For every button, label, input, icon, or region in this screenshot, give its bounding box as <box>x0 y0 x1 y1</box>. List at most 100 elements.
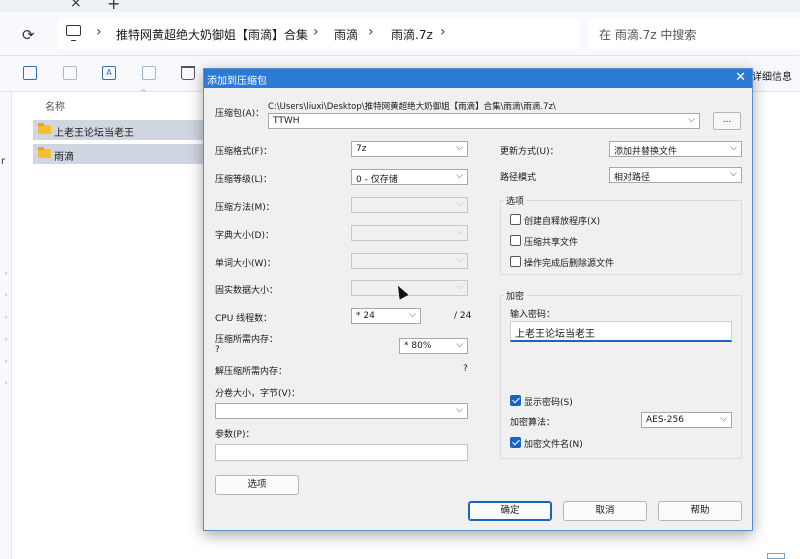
refresh-icon[interactable]: ⟳ <box>22 26 35 44</box>
chevron-right-icon: › <box>96 24 102 40</box>
archive-name-combo[interactable]: TTWH ⌵ <box>268 113 700 129</box>
chevron-right-icon[interactable]: › <box>5 358 7 365</box>
path-mode-label: 路径模式 <box>500 173 537 183</box>
tab-close-icon[interactable]: × <box>70 0 82 11</box>
address-box[interactable]: › 推特网黄超绝大奶御姐【雨滴】合集 › 雨滴 › 雨滴.7z › <box>58 18 580 50</box>
solid-select[interactable]: ⌵ <box>351 280 468 296</box>
column-header-name[interactable]: 名称 <box>45 98 65 113</box>
archive-name-value: TTWH <box>273 116 300 126</box>
chevron-down-icon: ⌵ <box>730 143 737 153</box>
search-input[interactable]: 在 雨滴.7z 中搜索 <box>588 18 800 50</box>
chevron-down-icon: ⌵ <box>720 414 727 424</box>
delete-after-label: 操作完成后删除源文件 <box>524 259 615 269</box>
enc-method-value: AES-256 <box>646 415 684 425</box>
chevron-right-icon[interactable]: › <box>5 270 7 277</box>
word-select[interactable]: ⌵ <box>351 253 468 269</box>
encryption-group-title: 加密 <box>504 289 527 302</box>
sort-chevron-icon: ^ <box>140 88 147 97</box>
archive-label: 压缩包(A)： <box>215 109 265 119</box>
encrypt-names-checkbox[interactable] <box>510 437 521 448</box>
breadcrumb-item[interactable]: 推特网黄超绝大奶御姐【雨滴】合集 <box>116 26 308 43</box>
chevron-right-icon[interactable]: › <box>5 292 7 299</box>
paste-icon[interactable] <box>63 66 77 80</box>
rename-icon[interactable]: A <box>102 66 116 80</box>
level-value: 0 - 仅存储 <box>356 175 398 185</box>
folder-icon <box>38 147 51 158</box>
dict-select[interactable]: ⌵ <box>351 225 468 241</box>
split-combo[interactable]: ⌵ <box>215 403 468 419</box>
navigation-pane: r › › › › › › <box>0 92 12 559</box>
chevron-right-icon[interactable]: › <box>5 336 7 343</box>
enc-method-select[interactable]: AES-256 ⌵ <box>641 412 732 428</box>
level-select[interactable]: 0 - 仅存储 ⌵ <box>351 169 468 185</box>
cpu-value: * 24 <box>356 311 375 321</box>
encrypt-names-label: 加密文件名(N) <box>524 440 583 450</box>
cancel-button[interactable]: 取消 <box>563 501 647 521</box>
close-icon[interactable]: ✕ <box>735 70 746 85</box>
computer-icon <box>66 25 81 41</box>
method-label: 压缩方法(M)： <box>215 203 275 213</box>
params-label: 参数(P)： <box>215 430 255 440</box>
cpu-select[interactable]: * 24 ⌵ <box>351 308 421 324</box>
level-label: 压缩等级(L)： <box>215 175 273 185</box>
breadcrumb-item[interactable]: 雨滴 <box>334 26 358 43</box>
delete-icon[interactable] <box>181 66 195 80</box>
mem-comp-select[interactable]: * 80% ⌵ <box>399 338 468 354</box>
chevron-down-icon: ⌵ <box>456 405 463 415</box>
update-select[interactable]: 添加并替换文件 ⌵ <box>609 141 742 157</box>
chevron-right-icon[interactable]: › <box>5 314 7 321</box>
file-name: 上老王论坛当老王 <box>54 128 134 139</box>
view-toggle[interactable] <box>767 553 785 559</box>
ok-button[interactable]: 确定 <box>468 501 552 521</box>
params-input[interactable] <box>215 444 468 461</box>
update-label: 更新方式(U)： <box>500 147 559 157</box>
dict-label: 字典大小(D)： <box>215 231 274 241</box>
details-button[interactable]: 详细信息 <box>752 68 792 83</box>
list-item[interactable]: 雨滴 <box>33 144 205 164</box>
tab-strip: × + <box>0 0 800 13</box>
browse-button[interactable]: ... <box>713 112 741 130</box>
mem-comp-value: * 80% <box>404 341 432 351</box>
method-select[interactable]: ⌵ <box>351 197 468 213</box>
breadcrumb-item[interactable]: 雨滴.7z <box>391 26 433 43</box>
format-value: 7z <box>356 144 367 154</box>
shared-checkbox[interactable] <box>510 235 521 246</box>
copy-icon[interactable] <box>23 66 37 80</box>
chevron-down-icon: ⌵ <box>456 340 463 350</box>
chevron-down-icon: ⌵ <box>456 282 463 292</box>
path-mode-select[interactable]: 相对路径 ⌵ <box>609 167 742 183</box>
archive-path: C:\Users\liuxi\Desktop\推特网黄超绝大奶御姐【雨滴】合集\… <box>268 102 556 112</box>
mem-decomp-value: ? <box>463 364 468 374</box>
mem-comp-unknown: ? <box>215 345 220 355</box>
chevron-right-icon[interactable]: › <box>5 380 7 387</box>
chevron-right-icon: › <box>313 24 319 40</box>
cpu-label: CPU 线程数： <box>215 314 273 324</box>
chevron-down-icon: ⌵ <box>456 171 463 181</box>
list-item[interactable]: 上老王论坛当老王 <box>33 120 205 140</box>
dialog-title-bar: 添加到压缩包 ✕ <box>204 69 752 88</box>
cpu-total: / 24 <box>454 311 472 321</box>
password-input[interactable]: 上老王论坛当老王 <box>510 321 732 342</box>
password-value: 上老王论坛当老王 <box>515 329 595 340</box>
show-password-checkbox[interactable] <box>510 395 521 406</box>
add-to-archive-dialog: 添加到压缩包 ✕ 压缩包(A)： C:\Users\liuxi\Desktop\… <box>203 68 753 531</box>
format-label: 压缩格式(F)： <box>215 147 273 157</box>
nav-letter: r <box>1 156 6 167</box>
format-select[interactable]: 7z ⌵ <box>351 141 468 157</box>
address-bar-area: ⟳ › 推特网黄超绝大奶御姐【雨滴】合集 › 雨滴 › 雨滴.7z › 在 雨滴… <box>0 12 800 56</box>
chevron-right-icon: › <box>368 24 374 40</box>
options-button[interactable]: 选项 <box>215 475 299 495</box>
delete-after-checkbox[interactable] <box>510 256 521 267</box>
mem-comp-label: 压缩所需内存： <box>215 335 279 345</box>
share-icon[interactable] <box>142 66 156 80</box>
password-label: 输入密码： <box>510 310 556 320</box>
enc-method-label: 加密算法： <box>510 418 556 428</box>
shared-label: 压缩共享文件 <box>524 238 579 248</box>
dialog-title: 添加到压缩包 <box>207 76 267 87</box>
help-button[interactable]: 帮助 <box>658 501 742 521</box>
chevron-down-icon: ⌵ <box>456 227 463 237</box>
solid-label: 固实数据大小： <box>215 286 279 296</box>
sfx-label: 创建自释放程序(X) <box>524 217 601 227</box>
folder-icon <box>38 123 51 134</box>
sfx-checkbox[interactable] <box>510 214 521 225</box>
